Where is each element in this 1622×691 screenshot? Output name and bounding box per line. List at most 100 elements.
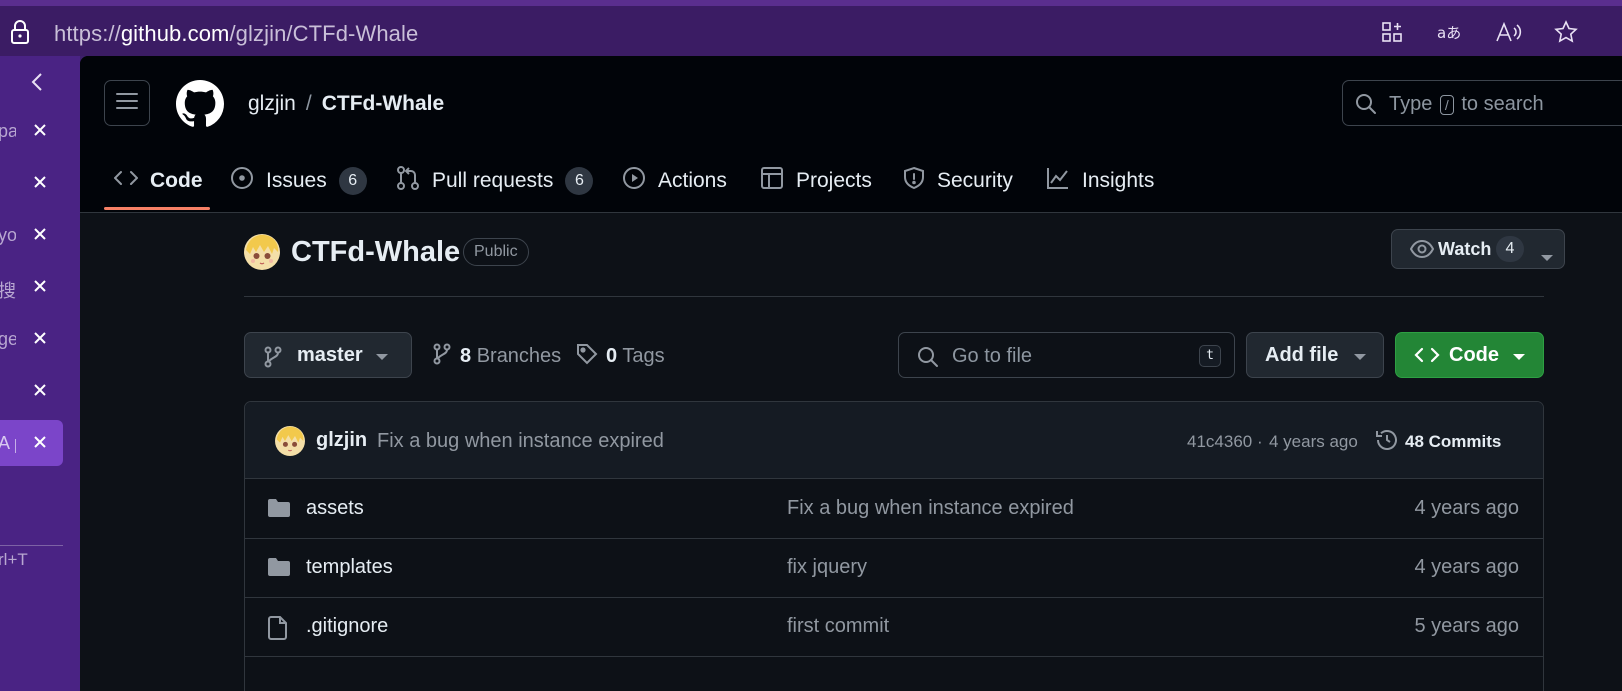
go-to-file-shortcut-key: t xyxy=(1199,345,1221,367)
folder-icon xyxy=(267,498,291,523)
repo-owner-link[interactable]: glzjin xyxy=(248,92,296,115)
branch-icon xyxy=(432,343,452,367)
tab-pull-requests[interactable]: Pull requests 6 xyxy=(396,152,594,210)
branch-icon xyxy=(264,346,282,368)
divider xyxy=(244,296,1544,297)
browser-tab[interactable] xyxy=(0,368,63,414)
tags-label: Tags xyxy=(622,345,665,367)
commit-age: 4 years ago xyxy=(1269,432,1358,451)
lock-icon[interactable] xyxy=(10,19,30,50)
add-file-label: Add file xyxy=(1265,344,1339,366)
chevron-down-icon xyxy=(376,354,388,360)
issues-count: 6 xyxy=(338,167,367,195)
tab-actions[interactable]: Actions xyxy=(622,152,727,210)
go-to-file-placeholder: Go to file xyxy=(952,345,1033,367)
close-icon[interactable] xyxy=(30,276,50,296)
code-button-label: Code xyxy=(1449,344,1499,366)
commit-author-avatar[interactable] xyxy=(275,426,305,456)
favorite-icon[interactable] xyxy=(1552,18,1580,46)
tab-projects[interactable]: Projects xyxy=(760,152,872,210)
file-name-link[interactable]: .gitignore xyxy=(306,615,388,638)
tags-count: 0 xyxy=(606,345,618,367)
visibility-badge: Public xyxy=(463,238,529,266)
code-button[interactable]: Code xyxy=(1395,332,1544,378)
collapse-tabs-icon[interactable] xyxy=(28,70,48,99)
close-icon[interactable] xyxy=(30,172,50,192)
chevron-down-icon xyxy=(1354,354,1366,360)
tag-icon xyxy=(576,344,598,367)
browser-tab-title: A p xyxy=(0,433,16,453)
github-header: glzjin / CTFd-Whale Type / to search Code … xyxy=(80,56,1622,213)
repo-name-link[interactable]: CTFd-Whale xyxy=(322,92,444,115)
menu-button[interactable] xyxy=(104,80,150,126)
vertical-tab-strip: pa yo 搜 ges A p rl+T xyxy=(0,56,80,691)
graph-icon xyxy=(1046,166,1082,196)
close-icon[interactable] xyxy=(30,380,50,400)
browser-tab[interactable]: yo xyxy=(0,212,63,258)
browser-tab-active[interactable]: A p xyxy=(0,420,63,466)
url-scheme: https:// xyxy=(54,21,121,46)
file-name-link[interactable]: assets xyxy=(306,497,364,520)
watch-button[interactable]: Watch 4 xyxy=(1391,229,1565,269)
search-input[interactable]: Type / to search xyxy=(1342,80,1622,126)
new-tab-shortcut-hint[interactable]: rl+T xyxy=(0,550,38,570)
url-field[interactable]: https://github.com/glzjin/CTFd-Whale xyxy=(54,21,418,47)
file-commit-message[interactable]: first commit xyxy=(787,615,889,638)
browser-tab-title: pa xyxy=(0,121,16,141)
close-icon[interactable] xyxy=(30,224,50,244)
tab-code[interactable]: Code xyxy=(113,152,203,210)
latest-commit-bar: glzjin Fix a bug when instance expired 4… xyxy=(245,402,1543,479)
tab-label: Issues xyxy=(266,169,327,192)
tab-label: Projects xyxy=(796,169,872,192)
commit-separator: · xyxy=(1257,432,1263,451)
file-name-link[interactable]: templates xyxy=(306,556,393,579)
add-file-button[interactable]: Add file xyxy=(1246,332,1384,378)
tab-label: Actions xyxy=(658,169,727,192)
search-shortcut-key: / xyxy=(1439,95,1454,115)
branches-label: Branches xyxy=(476,345,562,367)
branches-link[interactable]: 8 Branches xyxy=(432,343,561,368)
go-to-file-input[interactable]: Go to file t xyxy=(898,332,1235,378)
tab-insights[interactable]: Insights xyxy=(1046,152,1154,210)
file-commit-message[interactable]: Fix a bug when instance expired xyxy=(787,497,1074,520)
file-row[interactable]: .gitignore first commit 5 years ago xyxy=(245,597,1543,657)
tags-link[interactable]: 0 Tags xyxy=(576,343,665,368)
history-icon xyxy=(1376,430,1397,450)
commit-message[interactable]: Fix a bug when instance expired xyxy=(377,430,664,453)
file-row[interactable]: assets Fix a bug when instance expired 4… xyxy=(245,479,1543,539)
hamburger-icon xyxy=(116,92,138,115)
browser-tab-title: yo xyxy=(0,225,16,245)
browser-tab[interactable]: ges xyxy=(0,316,63,362)
github-logo-icon[interactable] xyxy=(176,80,224,133)
commits-history-link[interactable]: 48 Commits xyxy=(1375,428,1501,452)
owner-avatar[interactable] xyxy=(244,234,280,270)
close-icon[interactable] xyxy=(30,432,50,452)
selected-tab-indicator xyxy=(104,207,210,210)
file-commit-message[interactable]: fix jquery xyxy=(787,556,867,579)
tab-label: Security xyxy=(937,169,1013,192)
tab-label: Insights xyxy=(1082,169,1155,192)
browser-tab[interactable]: 搜 xyxy=(0,264,63,310)
read-aloud-icon[interactable] xyxy=(1494,18,1522,46)
code-icon xyxy=(113,169,150,193)
app-available-icon[interactable] xyxy=(1378,18,1406,46)
browser-tab-title: ges xyxy=(0,329,16,349)
commit-hash[interactable]: 41c4360 xyxy=(1187,432,1252,452)
browser-tab[interactable]: pa xyxy=(0,108,63,154)
commit-author[interactable]: glzjin xyxy=(316,429,367,452)
close-icon[interactable] xyxy=(30,120,50,140)
branch-name: master xyxy=(297,344,363,366)
chevron-down-icon[interactable] xyxy=(1540,246,1554,267)
tab-security[interactable]: Security xyxy=(903,152,1013,210)
repo-title[interactable]: CTFd-Whale xyxy=(291,236,460,269)
branch-selector[interactable]: master xyxy=(244,332,412,378)
browser-tab[interactable] xyxy=(0,160,63,206)
search-placeholder-suffix: to search xyxy=(1461,93,1544,115)
search-placeholder-prefix: Type xyxy=(1389,93,1433,115)
file-row[interactable]: templates fix jquery 4 years ago xyxy=(245,538,1543,598)
issue-icon xyxy=(230,166,266,196)
translate-icon[interactable]: aあ xyxy=(1436,18,1464,46)
close-icon[interactable] xyxy=(30,328,50,348)
tab-issues[interactable]: Issues 6 xyxy=(230,152,367,210)
play-icon xyxy=(622,166,658,196)
